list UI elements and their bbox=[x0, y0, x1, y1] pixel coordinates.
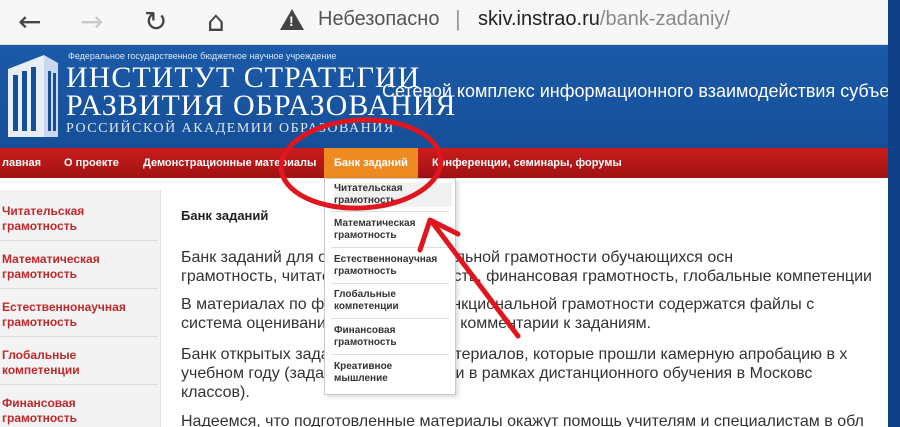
nav-item-task-bank[interactable]: Банк заданий bbox=[324, 148, 418, 178]
paragraph-line: Банк заданий для оценки функциональной г… bbox=[181, 249, 734, 266]
task-bank-dropdown: Читательская грамотность Математическая гр… bbox=[324, 178, 456, 395]
paragraph-line: грамотность, читательская грамотность, ф… bbox=[181, 268, 872, 285]
warning-icon[interactable] bbox=[280, 9, 304, 30]
sidebar-item-label: Естественнонаучная bbox=[2, 300, 126, 314]
url-path: /bank-zadaniy/ bbox=[599, 8, 730, 30]
org-type-line: Федеральное государственное бюджетное на… bbox=[68, 51, 337, 61]
nav-item-conferences[interactable]: Конференции, семинары, форумы bbox=[432, 148, 622, 178]
intro-paragraph: Банк заданий для оценки функциональной г… bbox=[181, 248, 888, 286]
dropdown-item-label: компетенции bbox=[334, 301, 399, 312]
browser-toolbar: ← → ↻ ⌂ Небезопасно | skiv.instrao.ru/ba… bbox=[0, 0, 888, 45]
reload-icon[interactable]: ↻ bbox=[144, 6, 167, 38]
page-title: Банк заданий bbox=[181, 208, 269, 223]
home-icon[interactable]: ⌂ bbox=[207, 6, 225, 38]
closing-paragraph: Надеемся, что подготовленные материалы о… bbox=[181, 412, 888, 427]
sidebar-item-financial-literacy[interactable]: Финансовая грамотность bbox=[2, 396, 152, 426]
paragraph-line: учебном году (задания для классов) и в р… bbox=[181, 365, 813, 382]
url-host: skiv.instrao.ru bbox=[478, 8, 600, 30]
dropdown-divider bbox=[331, 318, 449, 319]
materials-paragraph: В материалах по формированию функциональ… bbox=[181, 295, 888, 333]
dropdown-divider bbox=[331, 247, 449, 248]
nav-item-demo-materials[interactable]: Демонстрационные материалы bbox=[143, 148, 316, 178]
screenshot-frame: ← → ↻ ⌂ Небезопасно | skiv.instrao.ru/ba… bbox=[0, 0, 888, 427]
dropdown-item-label: Глобальные bbox=[334, 289, 396, 300]
main-nav: лавная О проекте Демонстрационные матери… bbox=[0, 148, 888, 178]
dropdown-item-financial-literacy[interactable]: Финансовая грамотность bbox=[334, 325, 452, 349]
sidebar-item-label: грамотность bbox=[2, 267, 77, 281]
paragraph-line: классов). bbox=[181, 384, 250, 401]
paragraph-line: Банк открытых заданий включает материало… bbox=[181, 346, 848, 363]
dropdown-item-global-competences[interactable]: Глобальные компетенции bbox=[334, 289, 452, 313]
sidebar-item-global-competences[interactable]: Глобальные компетенции bbox=[2, 348, 152, 378]
sidebar-divider bbox=[0, 288, 158, 289]
sidebar-item-label: Математическая bbox=[2, 252, 100, 266]
dropdown-item-label: мышление bbox=[334, 373, 388, 384]
site-header: Федеральное государственное бюджетное на… bbox=[0, 45, 888, 148]
dropdown-divider bbox=[331, 211, 449, 212]
logo-title-line3[interactable]: РОССИЙСКОЙ АКАДЕМИИ ОБРАЗОВАНИЯ bbox=[66, 121, 395, 137]
dropdown-divider bbox=[331, 283, 449, 284]
sidebar-divider bbox=[0, 240, 158, 241]
url-separator: | bbox=[455, 6, 461, 31]
dropdown-item-label: Математическая bbox=[334, 218, 416, 229]
nav-item-home[interactable]: лавная bbox=[2, 148, 41, 178]
dropdown-item-label: Естественнонаучная bbox=[334, 254, 438, 265]
sidebar-item-label: грамотность bbox=[2, 315, 77, 329]
dropdown-item-label: Креативное bbox=[334, 361, 393, 372]
sidebar-item-label: грамотность bbox=[2, 219, 77, 233]
dropdown-item-reading-literacy[interactable]: Читательская грамотность bbox=[334, 183, 452, 207]
sidebar-divider bbox=[0, 384, 158, 385]
sidebar-item-label: Глобальные bbox=[2, 348, 77, 362]
security-status[interactable]: Небезопасно bbox=[318, 8, 439, 31]
address-bar[interactable]: skiv.instrao.ru/bank-zadaniy/ bbox=[478, 8, 730, 31]
dropdown-item-label: грамотность bbox=[334, 230, 397, 241]
sidebar-item-label: Читательская bbox=[2, 204, 85, 218]
forward-arrow-icon[interactable]: → bbox=[80, 6, 103, 38]
sidebar-item-math-literacy[interactable]: Математическая грамотность bbox=[2, 252, 152, 282]
open-bank-paragraph: Банк открытых заданий включает материало… bbox=[181, 345, 888, 402]
dropdown-item-science-literacy[interactable]: Естественнонаучная грамотность bbox=[334, 254, 452, 278]
paragraph-line: В материалах по формированию функциональ… bbox=[181, 296, 815, 313]
building-logo-icon[interactable] bbox=[4, 51, 60, 141]
sidebar-item-label: Финансовая bbox=[2, 396, 76, 410]
back-arrow-icon[interactable]: ← bbox=[18, 6, 41, 38]
dropdown-item-math-literacy[interactable]: Математическая грамотность bbox=[334, 218, 452, 242]
dropdown-item-label: грамотность bbox=[334, 266, 397, 277]
sidebar-item-reading-literacy[interactable]: Читательская грамотность bbox=[2, 204, 152, 234]
dropdown-divider bbox=[331, 354, 449, 355]
sidebar: Читательская грамотность Математическая гр… bbox=[0, 190, 161, 427]
paragraph-line: Надеемся, что подготовленные материалы о… bbox=[181, 413, 864, 427]
dropdown-item-label: Финансовая bbox=[334, 325, 396, 336]
sidebar-item-label: компетенции bbox=[2, 363, 80, 377]
dropdown-item-label: грамотность bbox=[334, 337, 397, 348]
sidebar-divider bbox=[0, 336, 158, 337]
sidebar-item-label: грамотность bbox=[2, 411, 77, 425]
sidebar-item-science-literacy[interactable]: Естественнонаучная грамотность bbox=[2, 300, 152, 330]
dropdown-item-label: Читательская bbox=[334, 183, 403, 194]
nav-item-about[interactable]: О проекте bbox=[64, 148, 119, 178]
dropdown-item-label: грамотность bbox=[334, 195, 397, 206]
dropdown-item-creative-thinking[interactable]: Креативное мышление bbox=[334, 361, 452, 385]
site-tagline: Сетевой комплекс информационного взаимод… bbox=[382, 81, 888, 101]
